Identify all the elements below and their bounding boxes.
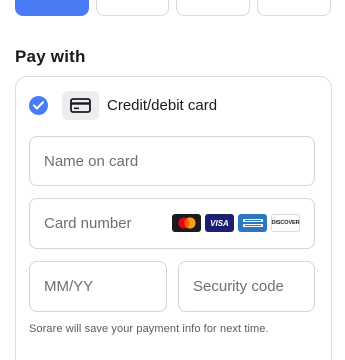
mastercard-icon (172, 214, 201, 232)
discover-icon: DISCOVER (271, 214, 300, 232)
card-number-input[interactable]: Card number VISA DISCOVER (29, 198, 315, 249)
name-on-card-input[interactable]: Name on card (29, 136, 315, 186)
card-brand-logos: VISA DISCOVER (172, 214, 300, 232)
checkmark-icon (33, 101, 44, 110)
tab-option-2[interactable] (96, 0, 169, 16)
expiry-placeholder: MM/YY (44, 278, 94, 295)
selected-check-icon[interactable] (29, 96, 48, 115)
tab-option-4[interactable] (257, 0, 331, 16)
visa-icon: VISA (205, 214, 234, 232)
security-code-input[interactable]: Security code (178, 261, 315, 312)
expiry-input[interactable]: MM/YY (29, 261, 167, 312)
save-payment-note: Sorare will save your payment info for n… (29, 323, 269, 335)
tab-selected[interactable] (15, 0, 89, 16)
credit-card-icon (62, 91, 99, 120)
security-code-placeholder: Security code (193, 278, 284, 295)
name-on-card-placeholder: Name on card (44, 152, 139, 170)
card-number-placeholder: Card number (44, 215, 132, 232)
amex-icon (238, 214, 267, 232)
pay-with-heading: Pay with (15, 47, 86, 66)
payment-page: Pay with Credit/debit card Name on card … (0, 0, 345, 360)
payment-method-label: Credit/debit card (107, 97, 218, 114)
tab-option-3[interactable] (176, 0, 250, 16)
